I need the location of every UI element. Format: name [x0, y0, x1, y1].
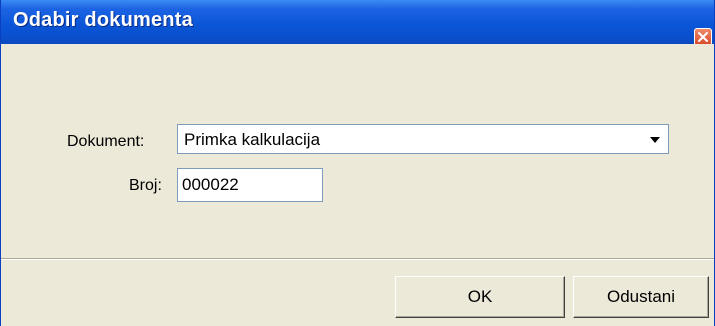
window-title: Odabir dokumenta [13, 9, 193, 31]
document-select[interactable]: Primka kalkulacija [177, 124, 669, 154]
chevron-down-icon[interactable] [644, 127, 666, 151]
cancel-button[interactable]: Odustani [573, 276, 709, 318]
document-label: Dokument: [67, 133, 145, 150]
separator [1, 258, 714, 260]
number-label: Broj: [129, 177, 162, 194]
number-input[interactable]: 000022 [177, 168, 323, 202]
number-input-value: 000022 [182, 175, 239, 194]
dialog-body: Dokument: Primka kalkulacija Broj: 00002… [1, 44, 714, 326]
document-select-value: Primka kalkulacija [184, 130, 321, 149]
dialog-window: Odabir dokumenta Dokument: Primka kalkul… [0, 0, 715, 326]
ok-button[interactable]: OK [395, 276, 565, 318]
title-bar[interactable]: Odabir dokumenta [1, 0, 714, 46]
close-icon [698, 32, 708, 42]
